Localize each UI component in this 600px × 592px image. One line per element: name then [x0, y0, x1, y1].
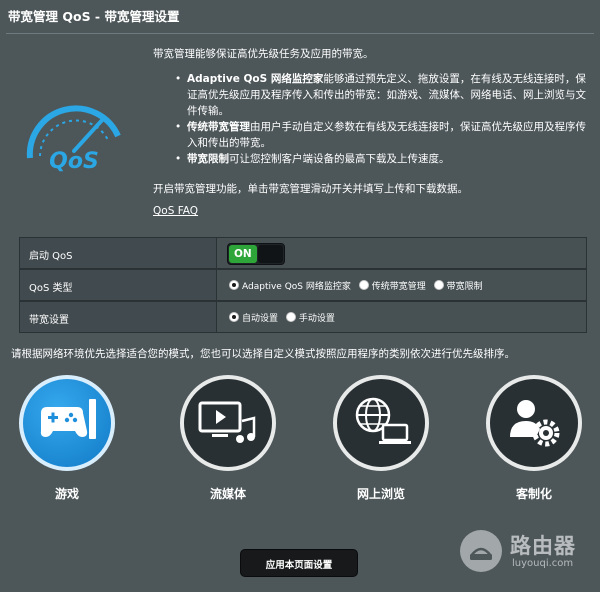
- toggle-knob: [258, 245, 283, 263]
- radio-manual-setting[interactable]: 手动设置: [285, 312, 335, 324]
- radio-auto-setting[interactable]: 自动设置: [229, 312, 278, 324]
- row-bandwidth-setting: 带宽设置 自动设置 手动设置: [20, 302, 586, 332]
- apply-button[interactable]: 应用本页面设置: [240, 549, 358, 577]
- mode-streaming[interactable]: 流媒体: [180, 375, 276, 505]
- mode-label: 游戏: [54, 487, 79, 501]
- radio-icon: [433, 280, 444, 290]
- watermark-sub: luyouqi.com: [512, 558, 574, 569]
- radio-icon: [358, 280, 369, 290]
- feature-bandwidth-limit: 带宽限制可让您控制客户端设备的最高下载及上传速度。: [175, 151, 587, 167]
- enable-hint: 开启带宽管理功能，单击带宽管理滑动开关并填写上传和下载数据。: [153, 183, 468, 195]
- watermark-main: 路由器: [510, 534, 576, 558]
- media-player-icon: [198, 401, 256, 443]
- feature-description: 可让您控制客户端设备的最高下载及上传速度。: [229, 153, 450, 165]
- web-browsing-icon: [355, 397, 411, 444]
- toggle-state: ON: [234, 248, 252, 260]
- radio-traditional-qos[interactable]: 传统带宽管理: [358, 280, 426, 292]
- feature-adaptive-qos: Adaptive QoS 网络监控家能够通过预先定义、拖放设置，在有线及无线连接…: [175, 71, 587, 119]
- mode-label: 客制化: [515, 487, 552, 501]
- mode-hint: 请根据网络环境优先选择适合您的模式，您也可以选择自定义模式按照应用程序的类别依次…: [11, 348, 515, 360]
- radio-adaptive-qos[interactable]: Adaptive QoS 网络监控家: [229, 280, 351, 292]
- mode-gaming[interactable]: 游戏: [19, 375, 115, 505]
- radio-selected-icon: [229, 280, 239, 290]
- feature-title: 带宽限制: [187, 153, 229, 165]
- mode-label: 流媒体: [209, 487, 246, 501]
- user-gear-icon: [510, 400, 560, 447]
- qos-toggle[interactable]: ON: [227, 243, 285, 265]
- watermark: 路由器 luyouqi.com: [460, 528, 592, 574]
- qos-type-options: Adaptive QoS 网络监控家 传统带宽管理 带宽限制: [229, 279, 488, 292]
- row-qos-type: QoS 类型 Adaptive QoS 网络监控家 传统带宽管理 带宽限制: [20, 270, 586, 300]
- intro-text: 带宽管理能够保证高优先级任务及应用的带宽。: [153, 48, 374, 60]
- qos-settings-table: 启动 QoS ON QoS 类型 Adaptive QoS 网络监控家 传统带宽…: [19, 237, 587, 333]
- bandwidth-setting-label: 带宽设置: [29, 315, 69, 326]
- mode-customize[interactable]: 客制化: [486, 375, 582, 505]
- enable-qos-label: 启动 QoS: [29, 251, 73, 262]
- mode-web-browsing[interactable]: 网上浏览: [333, 375, 429, 505]
- feature-title: Adaptive QoS 网络监控家: [187, 73, 324, 85]
- title-divider: [6, 33, 594, 34]
- radio-selected-icon: [229, 312, 239, 322]
- radio-bandwidth-limit[interactable]: 带宽限制: [433, 280, 483, 292]
- feature-title: 传统带宽管理: [187, 121, 250, 133]
- radio-icon: [285, 312, 296, 322]
- qos-type-label: QoS 类型: [29, 283, 73, 294]
- page-title: 带宽管理 QoS - 带宽管理设置: [8, 9, 180, 24]
- row-enable-qos: 启动 QoS ON: [20, 238, 586, 268]
- feature-traditional-qos: 传统带宽管理由用户手动自定义参数在有线及无线连接时，保证高优先级应用及程序传入和…: [175, 119, 587, 151]
- qos-faq-link[interactable]: QoS FAQ: [153, 205, 198, 217]
- logo-text: QoS: [49, 149, 99, 174]
- feature-list: Adaptive QoS 网络监控家能够通过预先定义、拖放设置，在有线及无线连接…: [175, 71, 587, 167]
- gamepad-icon: [40, 399, 96, 439]
- mode-label: 网上浏览: [356, 487, 405, 501]
- qos-logo: QoS: [22, 96, 126, 180]
- apply-button-label: 应用本页面设置: [265, 560, 333, 571]
- bandwidth-options: 自动设置 手动设置: [229, 311, 340, 324]
- title-bar: 带宽管理 QoS - 带宽管理设置: [0, 0, 600, 30]
- router-icon: [460, 530, 502, 572]
